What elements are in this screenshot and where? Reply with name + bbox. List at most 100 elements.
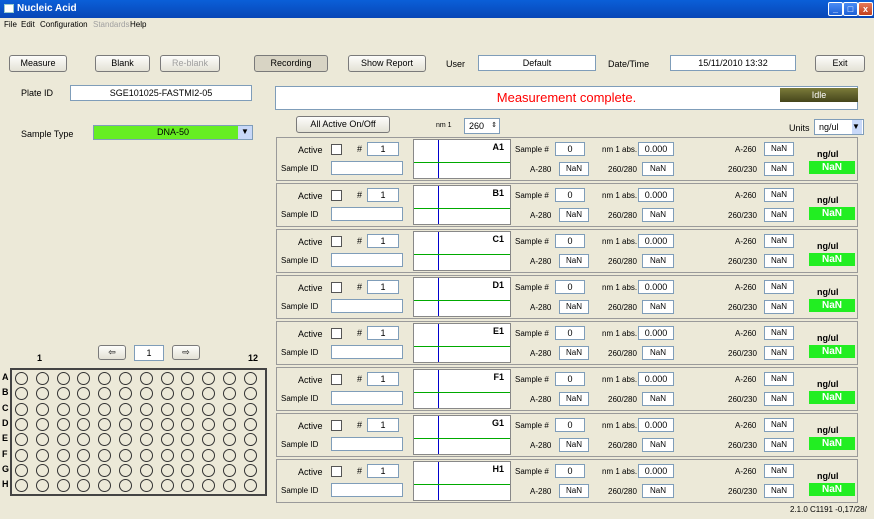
plate-well[interactable]	[139, 448, 153, 462]
plate-well[interactable]	[139, 417, 153, 431]
plate-well[interactable]	[223, 463, 236, 477]
well-number-field[interactable]: 1	[367, 188, 399, 202]
plate-well[interactable]	[243, 433, 257, 447]
plate-well[interactable]	[98, 479, 112, 493]
plate-well[interactable]	[181, 372, 195, 385]
active-checkbox[interactable]	[331, 420, 342, 431]
plate-well[interactable]	[243, 448, 257, 462]
plate-well[interactable]	[56, 417, 70, 431]
active-checkbox[interactable]	[331, 328, 342, 339]
active-checkbox[interactable]	[331, 236, 342, 247]
plate-well[interactable]	[139, 402, 153, 416]
measure-button[interactable]: Measure	[9, 55, 67, 72]
plate-well[interactable]	[35, 479, 49, 493]
plate-well[interactable]	[35, 448, 49, 462]
plate-well[interactable]	[223, 448, 236, 462]
plate-well[interactable]	[119, 372, 132, 385]
plate-well[interactable]	[77, 417, 91, 431]
plate-well[interactable]	[202, 433, 216, 447]
sample-id-field[interactable]	[331, 161, 403, 175]
active-checkbox[interactable]	[331, 466, 342, 477]
reblank-button[interactable]: Re-blank	[160, 55, 220, 72]
sample-num-field[interactable]: 0	[555, 464, 585, 478]
menu-configuration[interactable]: Configuration	[40, 20, 88, 29]
well-number-field[interactable]: 1	[367, 326, 399, 340]
plate-well[interactable]	[139, 479, 153, 493]
plate-well[interactable]	[15, 387, 28, 401]
next-column-button[interactable]: ⇨	[172, 345, 200, 360]
plate-well[interactable]	[15, 433, 28, 447]
plate-well[interactable]	[98, 463, 112, 477]
well-number-field[interactable]: 1	[367, 280, 399, 294]
active-checkbox[interactable]	[331, 190, 342, 201]
recording-button[interactable]: Recording	[254, 55, 328, 72]
plate-well[interactable]	[160, 433, 174, 447]
sample-num-field[interactable]: 0	[555, 326, 585, 340]
column-page-field[interactable]: 1	[134, 345, 164, 361]
plate-well[interactable]	[15, 417, 28, 431]
chevron-down-icon[interactable]: ▼	[238, 126, 252, 139]
plate-well[interactable]	[77, 448, 91, 462]
plate-well[interactable]	[181, 417, 195, 431]
plate-well[interactable]	[223, 387, 236, 401]
plate-well[interactable]	[223, 479, 236, 493]
plate-well[interactable]	[35, 433, 49, 447]
plate-well[interactable]	[15, 448, 28, 462]
plate-well[interactable]	[181, 387, 195, 401]
sample-id-field[interactable]	[331, 253, 403, 267]
plate-well[interactable]	[56, 479, 70, 493]
plate-well[interactable]	[181, 479, 195, 493]
chevron-down-icon[interactable]: ▼	[852, 120, 862, 134]
plate-well[interactable]	[119, 387, 132, 401]
user-field[interactable]: Default	[478, 55, 596, 71]
plate-well[interactable]	[139, 372, 153, 385]
plate-well[interactable]	[98, 402, 112, 416]
plate-well[interactable]	[202, 402, 216, 416]
units-select[interactable]: ng/ul ▼	[814, 119, 864, 135]
plate-id-field[interactable]: SGE101025-FASTMI2-05	[70, 85, 252, 101]
spin-icon[interactable]: ⇕	[491, 119, 497, 133]
plate-well[interactable]	[243, 417, 257, 431]
plate-well[interactable]	[56, 387, 70, 401]
plate-well[interactable]	[223, 402, 236, 416]
plate-well[interactable]	[15, 479, 28, 493]
plate-well[interactable]	[181, 448, 195, 462]
plate-well[interactable]	[119, 479, 132, 493]
plate-well[interactable]	[202, 479, 216, 493]
all-active-button[interactable]: All Active On/Off	[296, 116, 390, 133]
plate-well[interactable]	[119, 402, 132, 416]
well-number-field[interactable]: 1	[367, 464, 399, 478]
plate-well[interactable]	[139, 387, 153, 401]
sample-id-field[interactable]	[331, 299, 403, 313]
plate-well[interactable]	[202, 387, 216, 401]
plate-well[interactable]	[77, 387, 91, 401]
sample-id-field[interactable]	[331, 437, 403, 451]
sample-id-field[interactable]	[331, 345, 403, 359]
plate-well[interactable]	[243, 402, 257, 416]
plate-well[interactable]	[15, 463, 28, 477]
plate-well[interactable]	[77, 479, 91, 493]
plate-well[interactable]	[77, 463, 91, 477]
plate-well[interactable]	[56, 448, 70, 462]
active-checkbox[interactable]	[331, 144, 342, 155]
blank-button[interactable]: Blank	[95, 55, 150, 72]
sample-num-field[interactable]: 0	[555, 234, 585, 248]
plate-well[interactable]	[77, 372, 91, 385]
plate-well[interactable]	[98, 417, 112, 431]
menu-file[interactable]: File	[4, 20, 17, 29]
menu-edit[interactable]: Edit	[21, 20, 35, 29]
active-checkbox[interactable]	[331, 374, 342, 385]
plate-well[interactable]	[181, 402, 195, 416]
plate-well[interactable]	[243, 372, 257, 385]
well-number-field[interactable]: 1	[367, 372, 399, 386]
plate-well[interactable]	[98, 448, 112, 462]
plate-well[interactable]	[15, 372, 28, 385]
well-number-field[interactable]: 1	[367, 142, 399, 156]
show-report-button[interactable]: Show Report	[348, 55, 426, 72]
plate-well[interactable]	[160, 479, 174, 493]
plate-well[interactable]	[202, 417, 216, 431]
plate-well[interactable]	[160, 372, 174, 385]
exit-button[interactable]: Exit	[815, 55, 865, 72]
well-number-field[interactable]: 1	[367, 234, 399, 248]
plate-well[interactable]	[35, 372, 49, 385]
